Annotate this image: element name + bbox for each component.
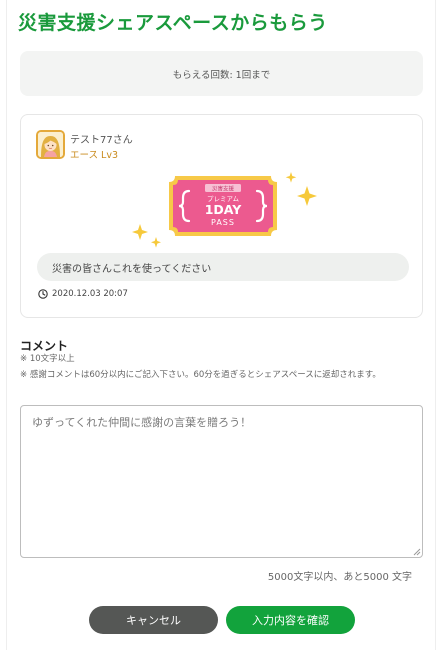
- comment-textarea[interactable]: [20, 405, 423, 558]
- comment-note-deadline: ※ 感謝コメントは60分以内にご記入下さい。60分を過ぎるとシェアスペースに返却…: [20, 370, 381, 380]
- user-rank: エース Lv3: [70, 150, 119, 161]
- resize-grip-icon[interactable]: [411, 546, 421, 556]
- post-message-text: 災害の皆さんこれを使ってください: [52, 263, 212, 275]
- cancel-button[interactable]: キャンセル: [89, 606, 218, 634]
- receive-limit-text: もらえる回数: 1回まで: [172, 69, 271, 81]
- post-message: 災害の皆さんこれを使ってください: [37, 253, 409, 281]
- sparkle-icon: [285, 172, 297, 183]
- shared-item-card: テスト77さん エース Lv3 災害支援 プレミアム 1DAY PASS 災害の…: [20, 114, 423, 318]
- sparkle-icon: [132, 224, 148, 240]
- avatar-girl-icon: [38, 132, 63, 157]
- ticket-line3-text: PASS: [211, 218, 235, 227]
- avatar: [36, 130, 65, 159]
- ticket-line2-text: 1DAY: [205, 202, 243, 217]
- user-name: テスト77さん: [70, 135, 133, 146]
- char-counter: 5000文字以内、あと5000 文字: [267, 572, 412, 583]
- comment-heading: コメント: [20, 339, 69, 353]
- post-date: 2020.12.03 20:07: [52, 289, 128, 299]
- clock-icon: [38, 289, 48, 299]
- confirm-button[interactable]: 入力内容を確認: [226, 606, 355, 634]
- ticket-badge-text: 災害支援: [212, 185, 235, 193]
- premium-pass-ticket: 災害支援 プレミアム 1DAY PASS: [132, 172, 317, 248]
- sparkle-icon: [297, 186, 317, 206]
- page-title: 災害支援シェアスペースからもらう: [18, 12, 328, 34]
- comment-note-min-length: ※ 10文字以上: [20, 354, 75, 364]
- sparkle-icon: [151, 237, 161, 248]
- receive-limit-box: もらえる回数: 1回まで: [20, 51, 423, 96]
